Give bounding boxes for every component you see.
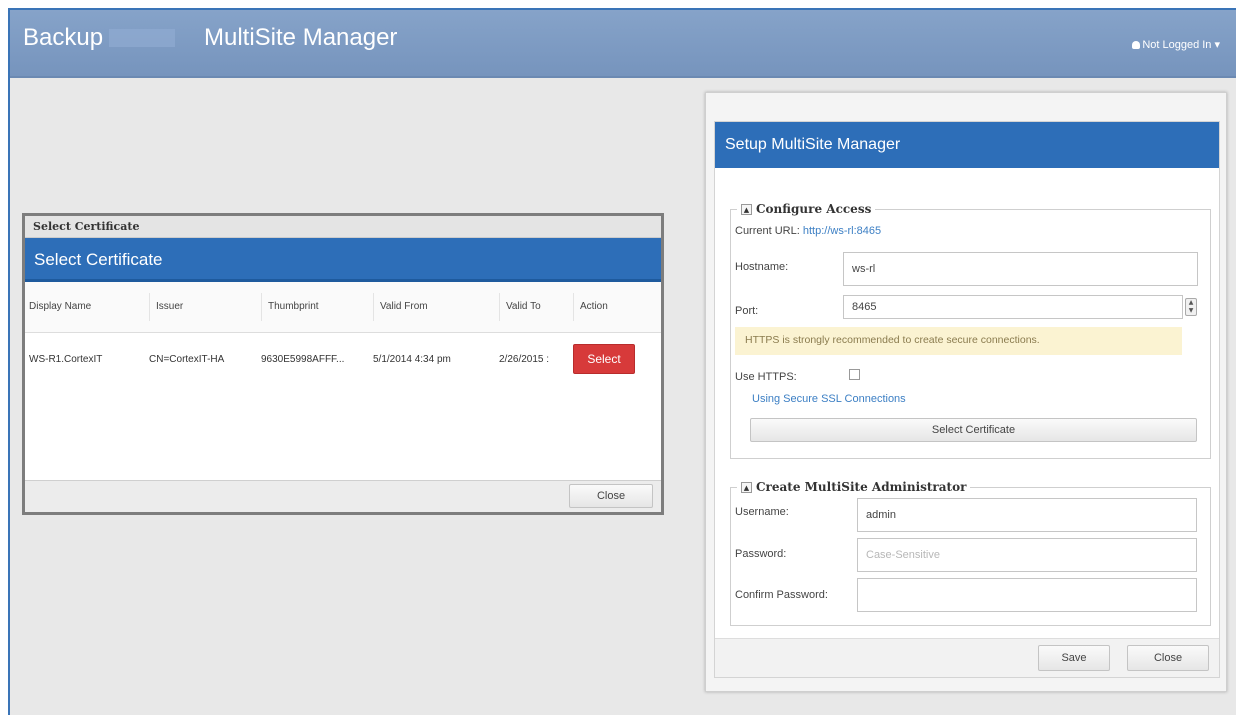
hostname-input[interactable] (843, 252, 1198, 286)
collapse-icon[interactable]: ▲ (741, 204, 752, 215)
cell-action: Select (569, 333, 661, 386)
confirm-password-input[interactable] (857, 578, 1197, 612)
close-button[interactable]: Close (569, 484, 653, 508)
ssl-help-link[interactable]: Using Secure SSL Connections (752, 393, 906, 405)
dialog-header: Select Certificate (25, 238, 661, 282)
close-button[interactable]: Close (1127, 645, 1209, 671)
save-button[interactable]: Save (1038, 645, 1110, 671)
cell-thumbprint: 9630E5998AFFF... (261, 353, 345, 365)
setup-header: Setup MultiSite Manager (715, 122, 1219, 168)
current-url-label: Current URL: (735, 225, 800, 237)
brand-text: Backup (23, 24, 104, 51)
setup-window: Setup MultiSite Manager ▲ Configure Acces… (705, 92, 1227, 692)
configure-access-legend: ▲ Configure Access (737, 202, 875, 216)
column-header[interactable]: Thumbprint (257, 282, 369, 333)
use-https-checkbox[interactable] (849, 369, 860, 380)
column-header[interactable]: Issuer (145, 282, 257, 333)
brand-logo-mark (109, 29, 176, 47)
app-title: MultiSite Manager (204, 24, 398, 51)
column-header[interactable]: Valid From (369, 282, 495, 333)
collapse-icon[interactable]: ▲ (741, 482, 752, 493)
dialog-footer: Close (25, 480, 661, 512)
table-row[interactable]: WS-R1.CortexIT CN=CortexIT-HA 9630E5998A… (25, 333, 661, 386)
cell-issuer: CN=CortexIT-HA (149, 353, 225, 365)
https-warning: HTTPS is strongly recommended to create … (735, 327, 1182, 355)
password-label: Password: (735, 548, 787, 560)
column-header[interactable]: Valid To (495, 282, 569, 333)
setup-panel: Setup MultiSite Manager ▲ Configure Acces… (714, 121, 1220, 678)
hostname-label: Hostname: (735, 261, 789, 273)
select-certificate-button[interactable]: Select Certificate (750, 418, 1197, 442)
select-button[interactable]: Select (573, 344, 635, 374)
use-https-label: Use HTTPS: (735, 371, 797, 383)
cell-valid-from: 5/1/2014 4:34 pm (373, 353, 451, 365)
window-titlebar[interactable]: Select Certificate (25, 216, 661, 238)
current-url-row: Current URL: http://ws-rl:8465 (735, 225, 881, 237)
password-input[interactable] (857, 538, 1197, 572)
cell-display-name: WS-R1.CortexIT (29, 353, 103, 365)
port-stepper[interactable]: ▲ ▼ (1185, 298, 1197, 316)
username-label: Username: (735, 506, 789, 518)
port-label: Port: (735, 305, 759, 317)
user-menu[interactable]: Not Logged In ▾ (1132, 38, 1220, 51)
certificate-table: Display Name Issuer Thumbprint Valid Fro… (25, 282, 661, 385)
setup-footer: Save Close (715, 638, 1219, 677)
brand-logo: Backup (23, 24, 181, 52)
cell-valid-to: 2/26/2015 : (499, 353, 550, 365)
user-icon (1132, 41, 1141, 49)
create-admin-legend: ▲ Create MultiSite Administrator (737, 480, 970, 494)
port-input[interactable] (843, 295, 1183, 319)
username-input[interactable] (857, 498, 1197, 532)
column-header[interactable]: Action (569, 282, 661, 333)
table-header-row: Display Name Issuer Thumbprint Valid Fro… (25, 282, 661, 333)
select-certificate-window: Select Certificate Select Certificate Di… (22, 213, 664, 515)
column-header[interactable]: Display Name (25, 282, 145, 333)
top-navbar: Backup MultiSite Manager Not Logged In ▾ (10, 10, 1236, 78)
current-url-link[interactable]: http://ws-rl:8465 (803, 225, 881, 237)
confirm-password-label: Confirm Password: (735, 589, 828, 601)
user-menu-label: Not Logged In ▾ (1142, 39, 1220, 51)
